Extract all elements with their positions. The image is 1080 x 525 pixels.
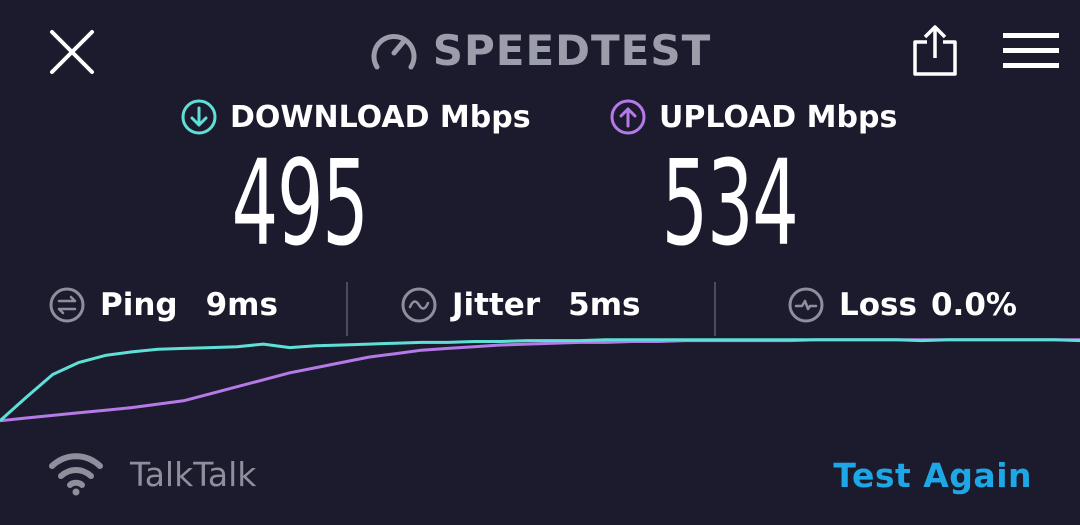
upload-value: 534 (662, 134, 799, 272)
download-arrow-icon (181, 99, 217, 135)
ping-label: Ping (100, 287, 178, 323)
download-value-wrap: 495 (150, 134, 450, 272)
speedometer-icon (371, 34, 417, 70)
menu-button[interactable] (998, 24, 1064, 76)
loss-value: 0.0% (930, 287, 1017, 323)
download-label: DOWNLOAD Mbps (230, 99, 531, 135)
stat-divider (346, 282, 348, 336)
download-heading: DOWNLOAD Mbps (180, 98, 531, 136)
upload-heading: UPLOAD Mbps (609, 98, 897, 136)
speed-graph (0, 338, 1080, 423)
upload-value-wrap: 534 (580, 134, 880, 272)
share-button[interactable] (902, 20, 968, 82)
wifi-icon (49, 453, 103, 496)
upload-arrow-icon (610, 99, 646, 135)
ping-stat: Ping 9ms (48, 282, 278, 328)
share-icon (913, 25, 957, 76)
isp-name: TalkTalk (130, 454, 257, 494)
stat-divider (714, 282, 716, 336)
app-title: SPEEDTEST (432, 25, 712, 75)
jitter-value: 5ms (568, 287, 641, 323)
upload-label: UPLOAD Mbps (659, 99, 898, 135)
loss-stat: Loss 0.0% (787, 282, 1017, 328)
upload-speed-line (0, 338, 1080, 423)
jitter-stat: Jitter 5ms (400, 282, 640, 328)
isp-info: TalkTalk (48, 452, 256, 496)
test-again-button[interactable]: Test Again (833, 456, 1032, 495)
loss-label: Loss (839, 287, 917, 323)
jitter-label: Jitter (452, 287, 541, 323)
jitter-icon (401, 287, 437, 323)
ping-value: 9ms (205, 287, 278, 323)
download-speed-line (0, 338, 1080, 422)
loss-icon (788, 287, 824, 323)
ping-icon (49, 287, 85, 323)
hamburger-menu-icon (1003, 33, 1059, 68)
download-value: 495 (232, 134, 369, 272)
